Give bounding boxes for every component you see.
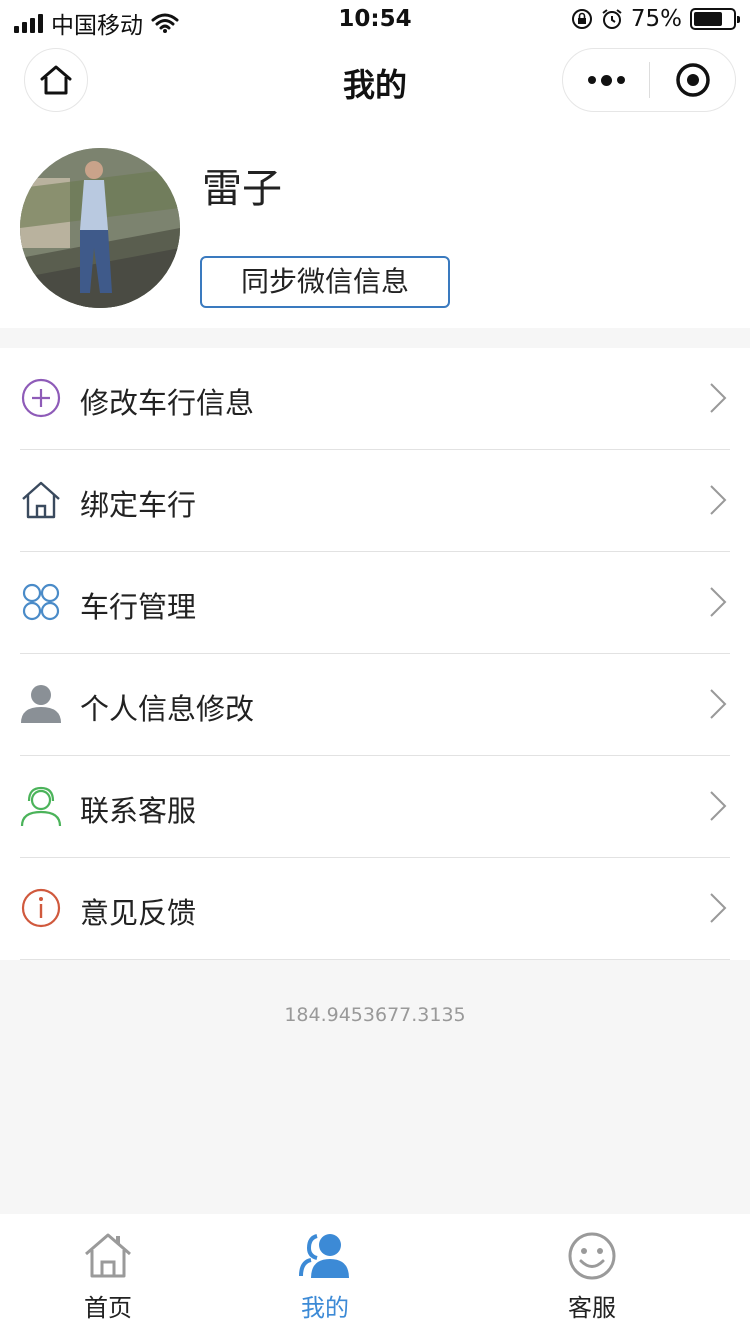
tab-bar: 首页 我的 客服 (0, 1214, 750, 1334)
chevron-right-icon (710, 791, 727, 821)
menu-item-label: 车行管理 (80, 590, 197, 624)
menu-item-label: 个人信息修改 (80, 692, 255, 726)
sync-wechat-button[interactable]: 同步微信信息 (200, 256, 450, 308)
divider (20, 959, 730, 960)
users-icon (299, 1234, 349, 1278)
avatar[interactable] (20, 148, 180, 308)
menu-item-personal-info[interactable]: 个人信息修改 (0, 654, 750, 756)
nav-bar: 我的 (0, 40, 750, 128)
menu-item-bind-dealer[interactable]: 绑定车行 (0, 450, 750, 552)
house-icon (22, 481, 60, 519)
menu-item-feedback[interactable]: 意见反馈 (0, 858, 750, 960)
target-close-icon (675, 63, 710, 97)
menu-item-dealer-management[interactable]: 车行管理 (0, 552, 750, 654)
profile-card: 雷子 同步微信信息 (0, 128, 750, 328)
user-name: 雷子 (202, 166, 282, 212)
home-icon (85, 1233, 131, 1278)
tab-label: 我的 (301, 1294, 349, 1322)
alarm-icon (602, 9, 622, 29)
chevron-right-icon (710, 893, 727, 923)
close-button[interactable] (650, 48, 735, 112)
rotation-lock-icon (571, 9, 592, 29)
info-circle-icon (21, 888, 61, 928)
version-text: 184.9453677.3135 (284, 1004, 466, 1026)
menu-item-label: 修改车行信息 (80, 386, 255, 420)
avatar-photo (20, 148, 180, 308)
status-right: 75% (571, 6, 740, 32)
menu-item-edit-dealer[interactable]: 修改车行信息 (0, 348, 750, 450)
tab-support[interactable]: 客服 (542, 1214, 642, 1334)
smiley-icon (568, 1232, 616, 1280)
menu-item-label: 联系客服 (80, 794, 197, 828)
chevron-right-icon (710, 689, 727, 719)
more-button[interactable] (563, 48, 649, 112)
plus-circle-icon (21, 378, 61, 418)
chevron-right-icon (710, 587, 727, 617)
clover-icon (22, 583, 60, 621)
chevron-right-icon (710, 383, 727, 413)
tab-label: 客服 (568, 1294, 616, 1322)
settings-menu: 修改车行信息 绑定车行 车行管理 个人信息修改 联系客服 意见反馈 (0, 348, 750, 960)
tab-mine[interactable]: 我的 (275, 1214, 375, 1334)
status-bar: 中国移动 10:54 75% (0, 0, 750, 40)
battery-percent: 75% (630, 6, 682, 32)
person-icon (21, 685, 61, 723)
battery-icon (690, 8, 740, 30)
menu-item-contact-support[interactable]: 联系客服 (0, 756, 750, 858)
tab-home[interactable]: 首页 (58, 1214, 158, 1334)
mini-program-capsule (562, 48, 736, 112)
menu-item-label: 绑定车行 (80, 488, 197, 522)
menu-item-label: 意见反馈 (80, 896, 197, 930)
tab-label: 首页 (84, 1294, 132, 1322)
chevron-right-icon (710, 485, 727, 515)
headset-icon (20, 786, 62, 827)
